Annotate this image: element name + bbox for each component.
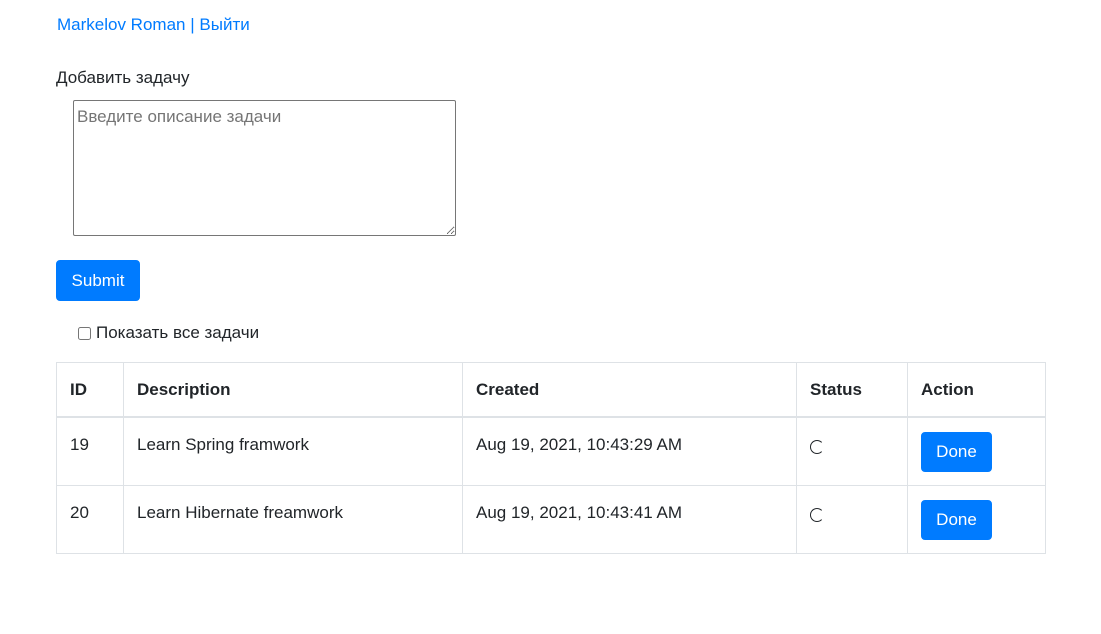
task-id: 20 [56, 484, 124, 554]
task-action: Done [907, 484, 1046, 554]
submit-button[interactable]: Submit [56, 260, 140, 301]
task-description: Learn Spring framwork [123, 416, 463, 486]
done-button[interactable]: Done [921, 432, 992, 472]
user-bar: Markelov Roman | Выйти [57, 15, 250, 35]
show-all-tasks-checkbox[interactable] [78, 326, 91, 340]
task-id: 19 [56, 416, 124, 486]
column-header-description: Description [123, 362, 463, 418]
spinner-icon [810, 507, 824, 522]
logout-link[interactable]: Выйти [199, 15, 249, 34]
task-created: Aug 19, 2021, 10:43:41 AM [462, 484, 797, 554]
show-all-tasks-toggle[interactable]: Показать все задачи [78, 323, 259, 343]
page: Markelov Roman | Выйти Добавить задачу S… [0, 0, 1101, 634]
column-header-status: Status [796, 362, 908, 418]
spinner-icon [810, 440, 824, 454]
table-row: 20 Learn Hibernate freamwork Aug 19, 202… [56, 484, 1046, 554]
tasks-table: ID Description Created Status Action 19 … [56, 362, 1046, 554]
add-task-label: Добавить задачу [56, 68, 190, 87]
task-description: Learn Hibernate freamwork [123, 484, 463, 554]
column-header-id: ID [56, 362, 124, 418]
column-header-action: Action [907, 362, 1046, 418]
column-header-created: Created [462, 362, 797, 418]
task-status [796, 484, 908, 554]
task-created: Aug 19, 2021, 10:43:29 AM [462, 416, 797, 486]
done-button[interactable]: Done [921, 499, 992, 540]
task-action: Done [907, 416, 1046, 486]
user-bar-separator: | [190, 15, 195, 34]
table-row: 19 Learn Spring framwork Aug 19, 2021, 1… [56, 416, 1046, 486]
table-header-row: ID Description Created Status Action [56, 362, 1046, 418]
show-all-tasks-label: Показать все задачи [96, 323, 260, 342]
task-status [796, 416, 908, 486]
user-name-link[interactable]: Markelov Roman [57, 15, 186, 34]
task-description-input[interactable] [73, 100, 456, 236]
